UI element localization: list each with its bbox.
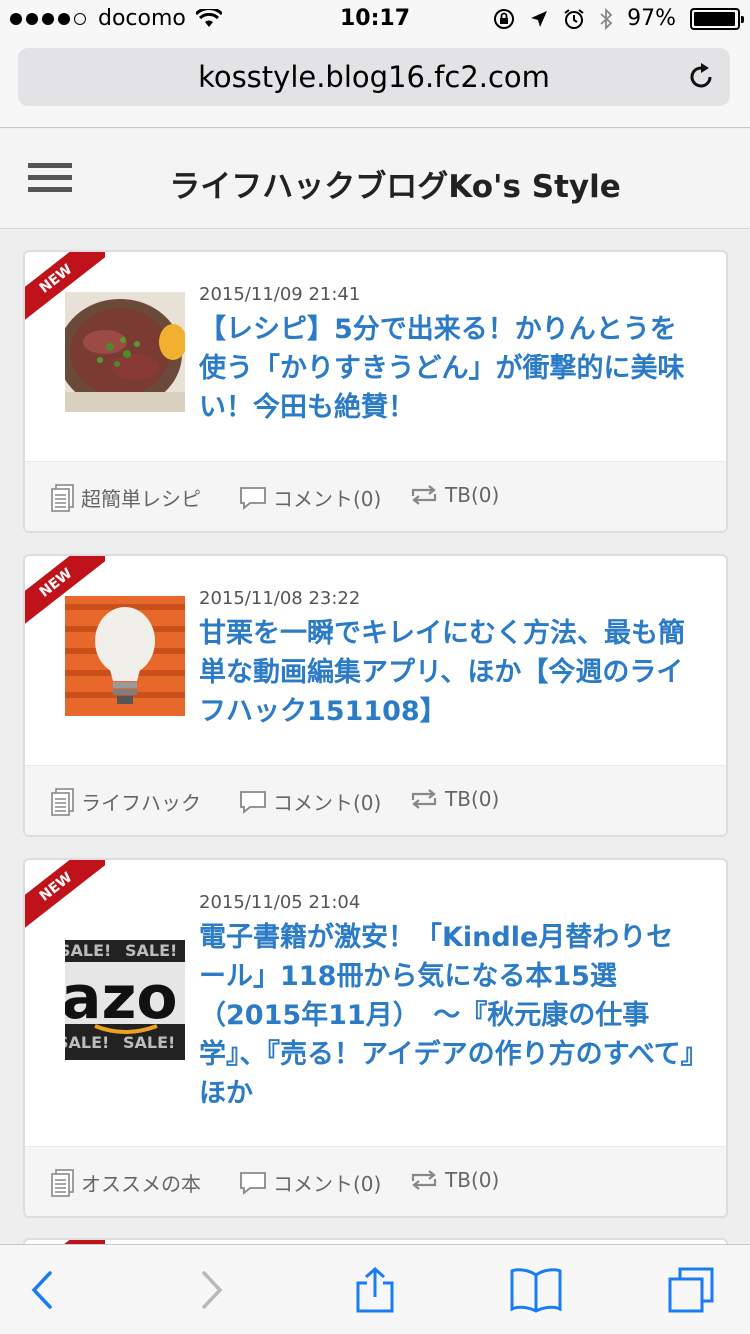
comments-link[interactable]: コメント(0) [239, 483, 381, 512]
post-title[interactable]: 甘栗を一瞬でキレイにむく方法、最も簡単な動画編集アプリ、ほか【今週のライフハック… [199, 614, 699, 731]
comments-link[interactable]: コメント(0) [239, 1168, 381, 1197]
comments-label: コメント(0) [273, 791, 382, 815]
bookmarks-icon[interactable] [508, 1267, 564, 1313]
post-date: 2015/11/08 23:22 [199, 588, 361, 609]
trackback-icon [411, 789, 437, 809]
post-date: 2015/11/05 21:04 [199, 892, 361, 913]
post-card[interactable]: NEW 2015/11/09 21:41 【レシピ】5分で出来る！かりんとうを使… [23, 250, 728, 533]
post-meta-bar: 超簡単レシピ コメント(0) TB(0) [25, 461, 726, 531]
trackback-link[interactable]: TB(0) [409, 1168, 499, 1192]
trackback-label: TB(0) [445, 787, 500, 811]
comments-label: コメント(0) [273, 1172, 382, 1196]
post-meta-bar: オススメの本 コメント(0) TB(0) [25, 1146, 726, 1216]
comments-label: コメント(0) [273, 487, 382, 511]
trackback-icon [411, 1170, 437, 1190]
safari-toolbar [0, 1244, 750, 1334]
status-right: 97% [493, 6, 744, 31]
forward-icon[interactable] [186, 1267, 236, 1313]
post-list: NEW 2015/11/09 21:41 【レシピ】5分で出来る！かりんとうを使… [0, 230, 750, 1244]
category-label: ライフハック [81, 791, 201, 815]
thumb-sale-text: SALE! [123, 1033, 175, 1052]
new-badge: NEW [25, 860, 105, 938]
battery-icon [690, 7, 744, 30]
trackback-link[interactable]: TB(0) [409, 787, 499, 811]
battery-fill [694, 11, 735, 26]
new-ribbon: NEW [25, 860, 105, 940]
post-card[interactable]: NEW SALE! SALE! SALE! SALE! azo 2015/11/… [23, 858, 728, 1218]
trackback-link[interactable]: TB(0) [409, 483, 499, 507]
back-icon[interactable] [20, 1267, 70, 1313]
thumb-sale-text: SALE! [65, 1033, 109, 1052]
thumb-sale-text: SALE! [125, 941, 177, 960]
thumb-amazon-text: azo [65, 963, 178, 1033]
trackback-label: TB(0) [445, 1168, 500, 1192]
document-icon [51, 1168, 74, 1197]
blog-title[interactable]: ライフハックブログKo's Style [0, 161, 750, 206]
reload-icon[interactable] [686, 62, 716, 92]
post-card[interactable]: NEW 2015/11/08 23:22 甘栗を一瞬でキレイにむく方法、最も簡単… [23, 554, 728, 837]
status-bar: docomo 10:17 97% [0, 0, 750, 40]
battery-percent: 97% [627, 6, 676, 31]
post-meta-bar: ライフハック コメント(0) TB(0) [25, 765, 726, 835]
alarm-icon [564, 8, 584, 29]
trackback-icon [411, 485, 437, 505]
bluetooth-icon [600, 7, 613, 30]
post-title[interactable]: 電子書籍が激安！「Kindle月替わりセール」118冊から気になる本15選（20… [199, 918, 699, 1113]
url-text[interactable]: kosstyle.blog16.fc2.com [18, 60, 730, 94]
orientation-lock-icon [494, 8, 515, 29]
comment-icon [240, 790, 266, 814]
comment-icon [240, 486, 266, 510]
category-link[interactable]: オススメの本 [51, 1168, 201, 1197]
post-thumbnail-lightbulb[interactable] [65, 596, 185, 716]
category-link[interactable]: 超簡単レシピ [51, 483, 201, 512]
share-icon[interactable] [350, 1267, 400, 1313]
document-icon [51, 787, 74, 816]
thumb-sale-text: SALE! [65, 941, 111, 960]
post-date: 2015/11/09 21:41 [199, 284, 361, 305]
post-title[interactable]: 【レシピ】5分で出来る！かりんとうを使う「かりすきうどん」が衝撃的に美味い！今田… [199, 310, 699, 427]
tabs-icon[interactable] [666, 1267, 716, 1313]
address-bar[interactable]: kosstyle.blog16.fc2.com [18, 48, 730, 106]
comment-icon [240, 1171, 266, 1195]
trackback-label: TB(0) [445, 483, 500, 507]
category-label: 超簡単レシピ [81, 487, 201, 511]
blog-header: ライフハックブログKo's Style [0, 129, 750, 229]
category-label: オススメの本 [81, 1172, 201, 1196]
post-thumbnail-kindle-sale[interactable]: SALE! SALE! SALE! SALE! azo [65, 940, 185, 1060]
safari-address-area: kosstyle.blog16.fc2.com [0, 40, 750, 128]
post-thumbnail-udon[interactable] [65, 292, 185, 412]
category-link[interactable]: ライフハック [51, 787, 201, 816]
comments-link[interactable]: コメント(0) [239, 787, 381, 816]
location-icon [531, 10, 548, 27]
document-icon [51, 483, 74, 512]
